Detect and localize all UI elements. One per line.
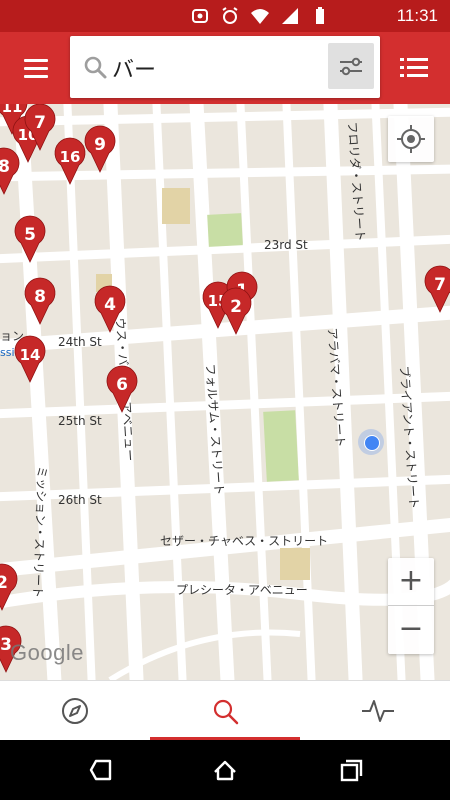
marker-label: 8	[0, 157, 10, 177]
marker-label: 8	[34, 287, 46, 307]
alarm-icon	[222, 7, 238, 24]
tab-navigate[interactable]	[0, 681, 150, 741]
app-bar: バー	[0, 32, 450, 104]
street-label-edge-2: ssi	[0, 346, 15, 359]
tab-activity[interactable]	[300, 681, 450, 741]
street-label-precita: プレシータ・アベニュー	[176, 583, 308, 597]
status-time: 11:31	[396, 6, 438, 25]
zoom-in-button[interactable]: +	[388, 558, 434, 606]
home-icon[interactable]	[212, 758, 238, 782]
current-location-dot	[358, 429, 384, 455]
sliders-icon	[340, 57, 362, 76]
search-bar[interactable]: バー	[70, 36, 380, 98]
marker-label: 6	[116, 375, 128, 395]
marker-label: 7	[34, 113, 46, 133]
map-canvas[interactable]: 23rd St 24th St 25th St 26th St フロリダ・ストリ…	[0, 104, 450, 680]
zoom-out-button[interactable]: −	[388, 606, 434, 654]
marker-label: 2	[0, 573, 8, 593]
pulse-icon	[362, 700, 394, 722]
list-icon	[400, 58, 428, 77]
status-bar: 11:31	[0, 0, 450, 32]
google-attribution: Google	[10, 640, 84, 665]
marker-label: 7	[434, 275, 446, 295]
wifi-icon	[251, 9, 269, 24]
list-view-button[interactable]	[392, 50, 436, 86]
cell-signal-icon	[282, 8, 298, 24]
street-label-23rd: 23rd St	[264, 238, 308, 252]
notification-icon	[192, 9, 208, 23]
menu-icon	[24, 59, 48, 62]
bottom-nav	[0, 680, 450, 741]
street-label-cesar-chavez: セザー・チャベス・ストリート	[160, 534, 328, 548]
back-icon[interactable]	[88, 758, 114, 782]
street-label-26th: 26th St	[58, 493, 102, 507]
street-label-25th: 25th St	[58, 414, 102, 428]
battery-icon	[316, 7, 324, 24]
system-nav-bar	[0, 740, 450, 800]
marker-label: 2	[230, 297, 242, 317]
marker-label: 14	[20, 346, 41, 364]
menu-button[interactable]	[14, 50, 58, 86]
tab-search[interactable]	[150, 681, 300, 741]
status-icons	[190, 6, 330, 26]
my-location-button[interactable]	[388, 116, 434, 162]
compass-icon	[62, 698, 88, 724]
map-view[interactable]: 23rd St 24th St 25th St 26th St フロリダ・ストリ…	[0, 104, 450, 680]
zoom-controls: + −	[388, 558, 434, 654]
marker-label: 9	[94, 135, 106, 155]
marker-label: 11	[2, 104, 23, 116]
crosshair-icon	[397, 125, 425, 153]
recents-icon[interactable]	[338, 758, 364, 782]
marker-label: 5	[24, 225, 36, 245]
search-input[interactable]: バー	[112, 52, 312, 84]
search-icon	[84, 56, 107, 79]
filter-button[interactable]	[328, 43, 374, 89]
search-icon	[213, 699, 239, 725]
street-label-24th: 24th St	[58, 335, 102, 349]
marker-label: 16	[60, 148, 81, 166]
marker-label: 4	[104, 295, 116, 315]
